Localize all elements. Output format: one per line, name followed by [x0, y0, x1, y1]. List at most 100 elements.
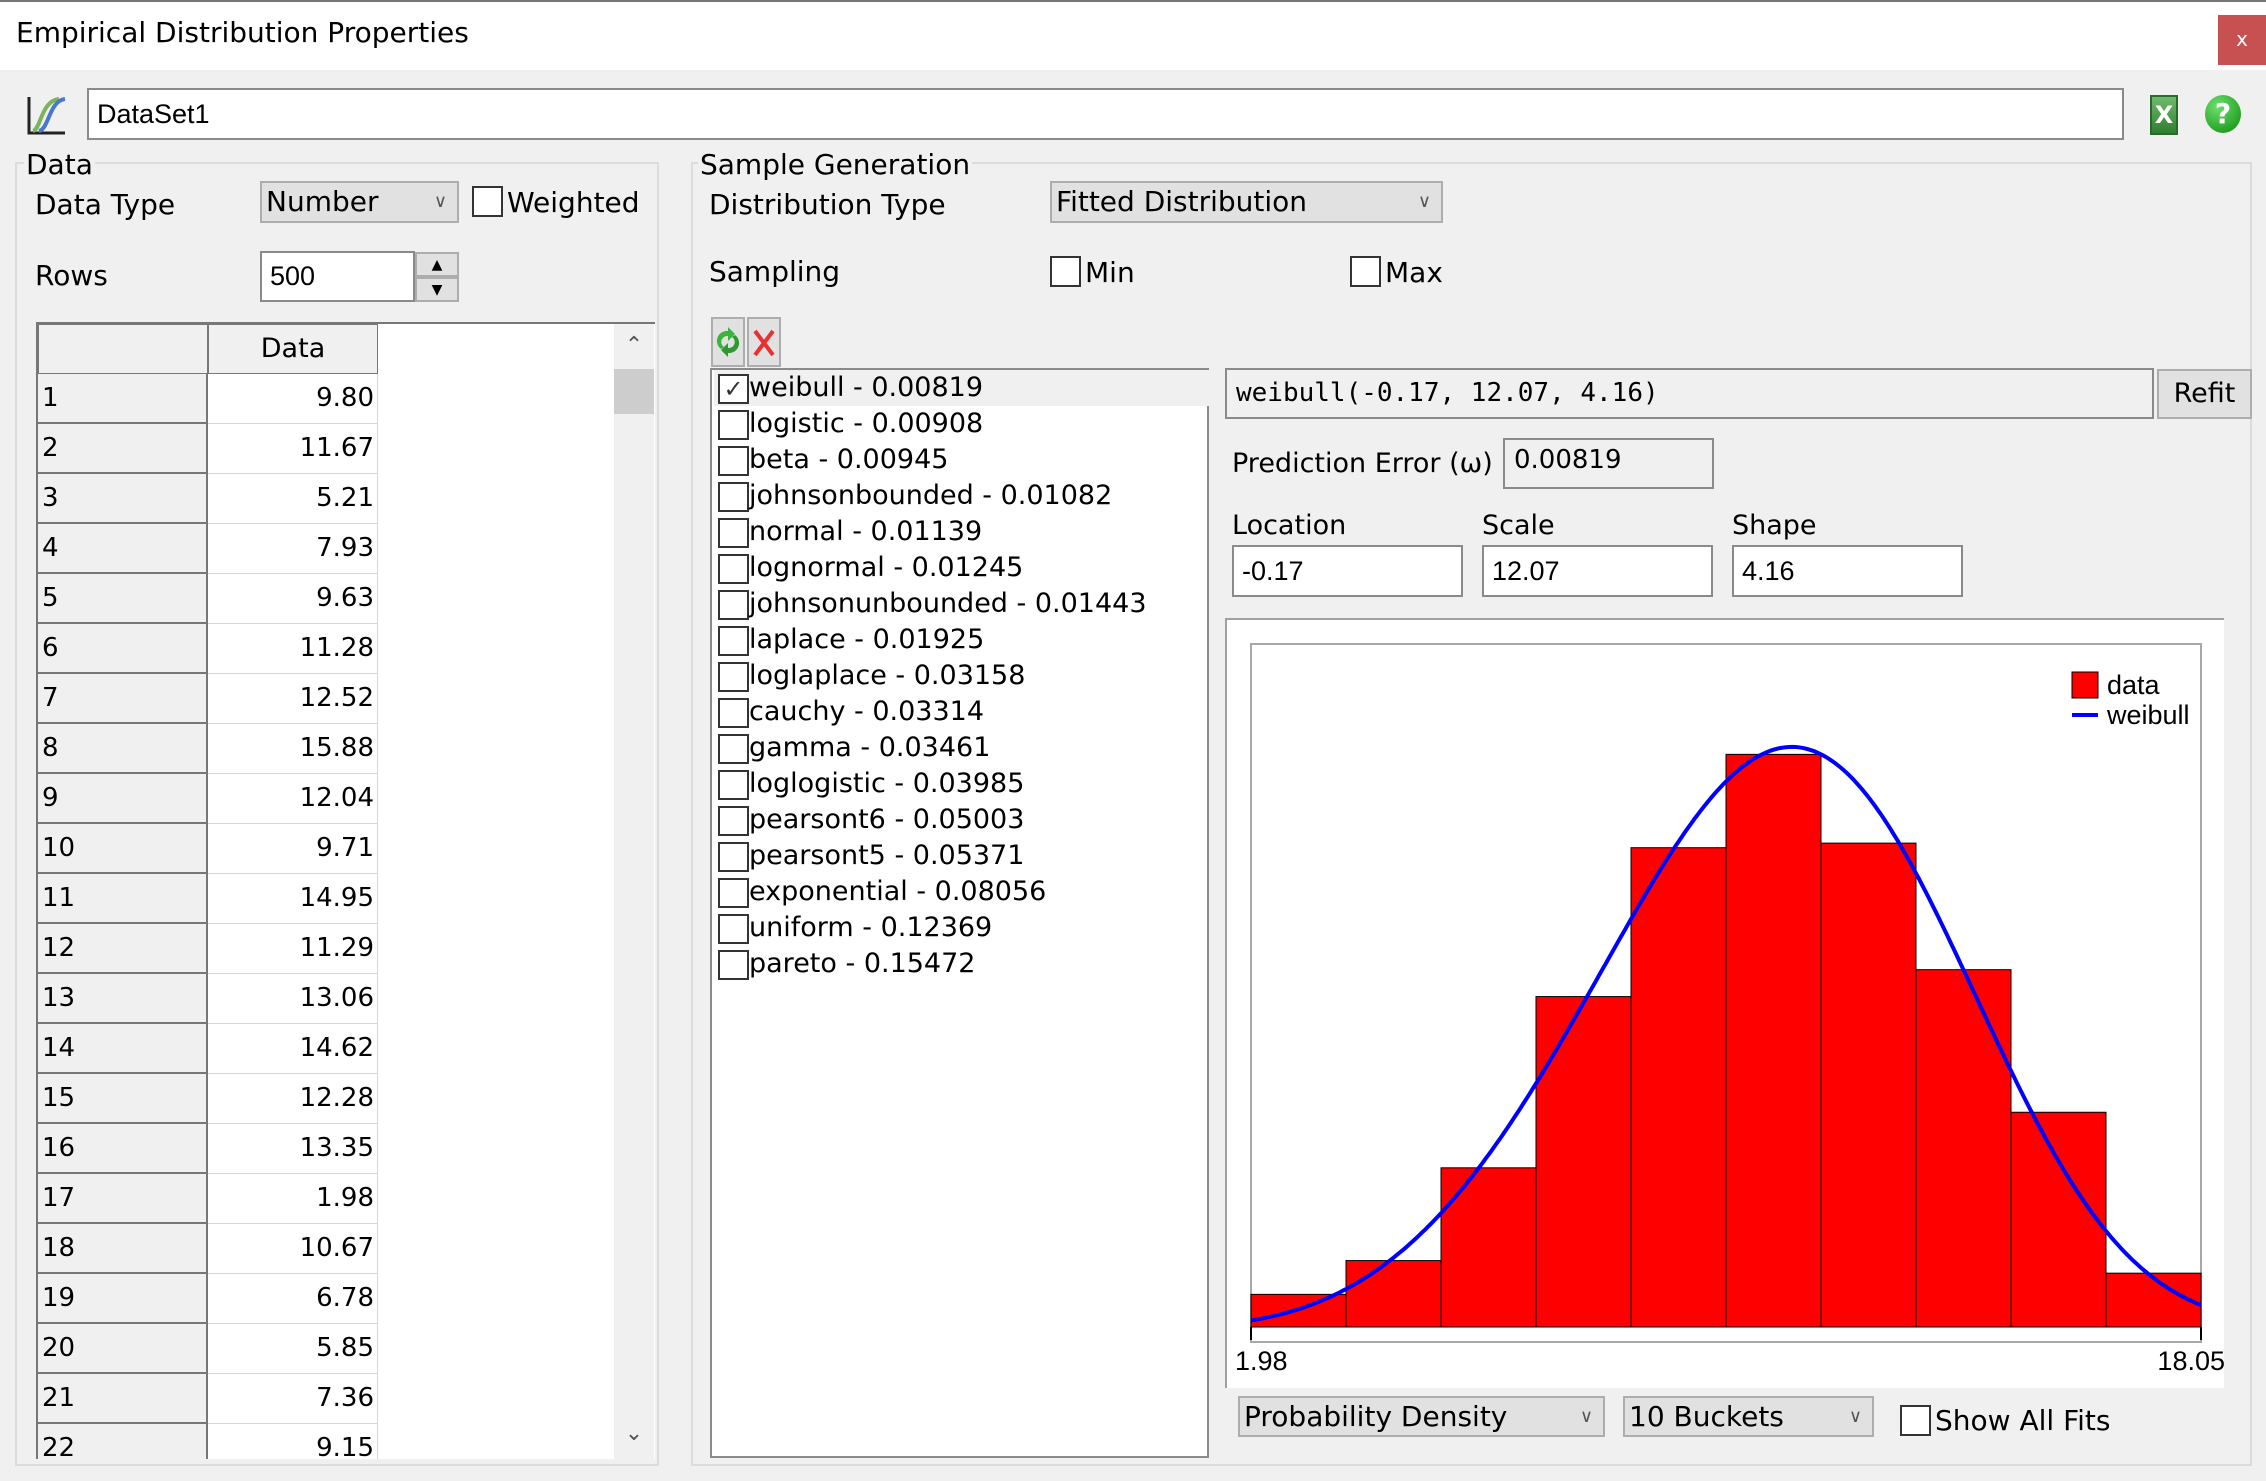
row-value[interactable]: 12.04 [208, 774, 378, 824]
fit-list-item[interactable]: uniform - 0.12369 [714, 910, 1209, 946]
scrollbar-thumb[interactable] [614, 369, 654, 414]
rows-increment-button[interactable]: ▲ [415, 252, 459, 277]
row-value[interactable]: 5.85 [208, 1324, 378, 1374]
plot-type-select[interactable]: Probability Density ∨ [1238, 1396, 1605, 1437]
table-scrollbar[interactable]: ⌃ ⌄ [614, 324, 654, 1459]
fit-checkbox[interactable] [718, 445, 749, 476]
row-index[interactable]: 16 [38, 1124, 208, 1174]
row-index[interactable]: 9 [38, 774, 208, 824]
row-value[interactable]: 9.15 [208, 1424, 378, 1459]
fit-list-item[interactable]: exponential - 0.08056 [714, 874, 1209, 910]
fit-checkbox[interactable] [718, 517, 749, 548]
fit-list-item[interactable]: ✓ weibull - 0.00819 [714, 370, 1209, 406]
row-index[interactable]: 22 [38, 1424, 208, 1459]
delete-fit-button[interactable] [747, 317, 781, 367]
row-index[interactable]: 15 [38, 1074, 208, 1124]
row-value[interactable]: 14.62 [208, 1024, 378, 1074]
fit-checkbox[interactable] [718, 949, 749, 980]
row-index[interactable]: 6 [38, 624, 208, 674]
row-value[interactable]: 7.93 [208, 524, 378, 574]
refresh-fit-button[interactable] [711, 317, 745, 367]
refit-button[interactable]: Refit [2157, 369, 2252, 419]
fit-checkbox[interactable] [718, 913, 749, 944]
row-index[interactable]: 11 [38, 874, 208, 924]
data-type-select[interactable]: Number ∨ [260, 181, 459, 223]
row-index[interactable]: 17 [38, 1174, 208, 1224]
rows-decrement-button[interactable]: ▼ [415, 277, 459, 302]
row-value[interactable]: 11.29 [208, 924, 378, 974]
fit-list-item[interactable]: loglaplace - 0.03158 [714, 658, 1209, 694]
fit-checkbox[interactable] [718, 625, 749, 656]
row-value[interactable]: 15.88 [208, 724, 378, 774]
fit-list-item[interactable]: laplace - 0.01925 [714, 622, 1209, 658]
row-value[interactable]: 9.71 [208, 824, 378, 874]
shape-input[interactable] [1732, 545, 1963, 597]
row-value[interactable]: 9.63 [208, 574, 378, 624]
fit-checkbox[interactable] [718, 589, 749, 620]
close-button[interactable]: x [2218, 15, 2266, 65]
row-index[interactable]: 10 [38, 824, 208, 874]
fit-list-item[interactable]: pearsont5 - 0.05371 [714, 838, 1209, 874]
row-value[interactable]: 11.28 [208, 624, 378, 674]
row-value[interactable]: 12.52 [208, 674, 378, 724]
fit-checkbox[interactable] [718, 553, 749, 584]
row-index[interactable]: 19 [38, 1274, 208, 1324]
fit-checkbox[interactable] [718, 661, 749, 692]
fit-list-item[interactable]: cauchy - 0.03314 [714, 694, 1209, 730]
fit-list-item[interactable]: pareto - 0.15472 [714, 946, 1209, 982]
weighted-checkbox[interactable] [472, 186, 503, 217]
fit-list-item[interactable]: gamma - 0.03461 [714, 730, 1209, 766]
row-index[interactable]: 18 [38, 1224, 208, 1274]
fit-checkbox[interactable] [718, 409, 749, 440]
fit-list-item[interactable]: johnsonbounded - 0.01082 [714, 478, 1209, 514]
show-all-fits-checkbox[interactable] [1900, 1405, 1931, 1436]
fit-checkbox[interactable] [718, 697, 749, 728]
formula-field[interactable]: weibull(-0.17, 12.07, 4.16) [1225, 368, 2154, 419]
scroll-down-icon[interactable]: ⌄ [614, 1414, 654, 1454]
min-checkbox[interactable] [1050, 256, 1081, 287]
row-index[interactable]: 5 [38, 574, 208, 624]
row-index[interactable]: 4 [38, 524, 208, 574]
row-index[interactable]: 14 [38, 1024, 208, 1074]
row-value[interactable]: 5.21 [208, 474, 378, 524]
scale-input[interactable] [1482, 545, 1713, 597]
row-value[interactable]: 7.36 [208, 1374, 378, 1424]
row-index[interactable]: 2 [38, 424, 208, 474]
row-value[interactable]: 11.67 [208, 424, 378, 474]
fit-checkbox[interactable] [718, 877, 749, 908]
row-value[interactable]: 13.06 [208, 974, 378, 1024]
fit-list-item[interactable]: johnsonunbounded - 0.01443 [714, 586, 1209, 622]
row-index[interactable]: 7 [38, 674, 208, 724]
fit-checkbox[interactable] [718, 841, 749, 872]
row-value[interactable]: 13.35 [208, 1124, 378, 1174]
fit-checkbox[interactable] [718, 805, 749, 836]
fit-list-item[interactable]: pearsont6 - 0.05003 [714, 802, 1209, 838]
row-index[interactable]: 20 [38, 1324, 208, 1374]
fit-checkbox[interactable] [718, 733, 749, 764]
row-index[interactable]: 21 [38, 1374, 208, 1424]
scroll-up-icon[interactable]: ⌃ [614, 326, 654, 366]
row-value[interactable]: 14.95 [208, 874, 378, 924]
row-index[interactable]: 13 [38, 974, 208, 1024]
fit-checkbox[interactable] [718, 481, 749, 512]
max-checkbox[interactable] [1350, 256, 1381, 287]
column-header-data[interactable]: Data [208, 324, 378, 374]
fit-list-item[interactable]: logistic - 0.00908 [714, 406, 1209, 442]
row-index[interactable]: 12 [38, 924, 208, 974]
row-index[interactable]: 1 [38, 374, 208, 424]
excel-icon[interactable]: X [2150, 95, 2178, 135]
location-input[interactable] [1232, 545, 1463, 597]
row-value[interactable]: 12.28 [208, 1074, 378, 1124]
fit-list-item[interactable]: normal - 0.01139 [714, 514, 1209, 550]
row-value[interactable]: 1.98 [208, 1174, 378, 1224]
row-index[interactable]: 8 [38, 724, 208, 774]
buckets-select[interactable]: 10 Buckets ∨ [1623, 1396, 1874, 1437]
dataset-name-input[interactable] [87, 88, 2124, 140]
row-value[interactable]: 9.80 [208, 374, 378, 424]
fit-checkbox[interactable] [718, 769, 749, 800]
fit-list-item[interactable]: loglogistic - 0.03985 [714, 766, 1209, 802]
rows-input[interactable] [260, 251, 415, 302]
fit-list-item[interactable]: lognormal - 0.01245 [714, 550, 1209, 586]
fit-checkbox[interactable]: ✓ [718, 373, 749, 404]
fit-list-item[interactable]: beta - 0.00945 [714, 442, 1209, 478]
